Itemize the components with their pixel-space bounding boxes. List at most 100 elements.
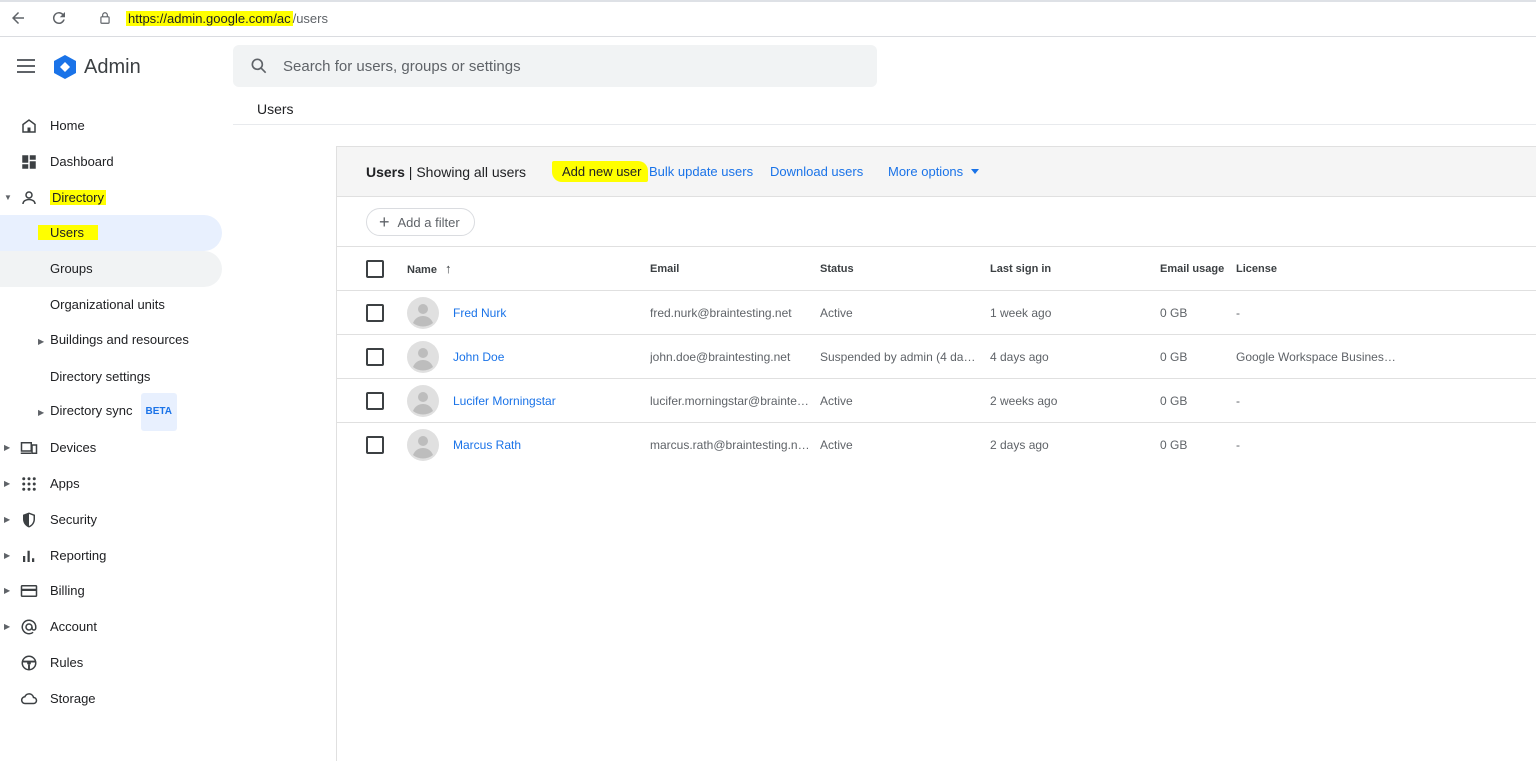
admin-logo-icon[interactable] <box>52 54 78 80</box>
sidebar-item-billing[interactable]: ▶ Billing <box>0 573 230 609</box>
at-sign-icon <box>20 618 38 636</box>
sidebar-item-rules[interactable]: Rules <box>0 645 230 681</box>
user-status: Active <box>820 423 980 467</box>
sidebar-item-directory-sync[interactable]: ▶ Directory sync BETA <box>0 394 230 430</box>
user-status: Active <box>820 379 980 423</box>
column-header-name[interactable]: Name↑ <box>407 247 451 292</box>
sidebar-item-label: Devices <box>50 430 96 466</box>
user-name-link[interactable]: John Doe <box>453 335 633 379</box>
user-email: marcus.rath@braintesting.n… <box>650 423 810 467</box>
table-row[interactable]: Lucifer Morningstar lucifer.morningstar@… <box>337 379 1536 423</box>
user-email-usage: 0 GB <box>1160 423 1187 467</box>
sidebar-item-security[interactable]: ▶ Security <box>0 502 230 538</box>
sidebar-item-label: Billing <box>50 573 85 609</box>
table-header: Name↑ Email Status Last sign in Email us… <box>337 247 1536 291</box>
sort-ascending-icon[interactable]: ↑ <box>445 261 452 276</box>
collapsed-caret-icon[interactable]: ▶ <box>4 609 12 645</box>
row-checkbox[interactable] <box>366 436 384 454</box>
sidebar-item-storage[interactable]: Storage <box>0 681 230 717</box>
collapsed-caret-icon[interactable]: ▶ <box>4 573 12 609</box>
sidebar-item-groups[interactable]: Groups <box>0 251 222 287</box>
address-bar[interactable]: https://admin.google.com/ac/users <box>126 11 328 27</box>
sidebar-item-dashboard[interactable]: Dashboard <box>0 144 230 180</box>
sidebar-item-devices[interactable]: ▶ Devices <box>0 430 230 466</box>
sidebar-item-label: Buildings and resources <box>50 332 189 347</box>
column-header-email-usage[interactable]: Email usage <box>1160 247 1224 291</box>
shield-icon <box>20 511 38 529</box>
table-row[interactable]: Fred Nurk fred.nurk@braintesting.net Act… <box>337 291 1536 335</box>
sidebar-item-label: Reporting <box>50 538 106 574</box>
collapsed-caret-icon[interactable]: ▶ <box>38 337 44 346</box>
row-checkbox[interactable] <box>366 304 384 322</box>
add-filter-button[interactable]: +Add a filter <box>366 208 475 236</box>
column-header-email[interactable]: Email <box>650 247 679 291</box>
credit-card-icon <box>20 582 38 600</box>
reload-button[interactable] <box>49 9 69 29</box>
panel-title-bold: Users <box>366 164 405 180</box>
bulk-update-users-button[interactable]: Bulk update users <box>649 164 753 179</box>
sidebar-item-buildings-and-resources[interactable]: ▶ Buildings and resources <box>0 323 230 359</box>
more-options-button[interactable]: More options <box>888 164 979 179</box>
app-name[interactable]: Admin <box>84 55 141 79</box>
search-box[interactable] <box>233 45 877 87</box>
sidebar-item-label: Users <box>38 225 98 240</box>
search-input[interactable] <box>283 45 863 87</box>
lock-icon[interactable] <box>98 11 112 25</box>
row-checkbox[interactable] <box>366 348 384 366</box>
download-users-button[interactable]: Download users <box>770 164 863 179</box>
user-status: Suspended by admin (4 day… <box>820 335 980 379</box>
user-last-sign-in: 2 weeks ago <box>990 379 1057 423</box>
user-name-link[interactable]: Marcus Rath <box>453 423 633 467</box>
filter-bar: +Add a filter <box>337 197 1536 247</box>
collapsed-caret-icon[interactable]: ▶ <box>4 538 12 574</box>
column-header-status[interactable]: Status <box>820 247 854 291</box>
column-header-last-sign-in[interactable]: Last sign in <box>990 247 1051 291</box>
person-icon <box>20 189 38 207</box>
expanded-caret-icon[interactable]: ▼ <box>4 180 12 216</box>
dropdown-arrow-icon <box>971 169 979 174</box>
sidebar-item-label: Rules <box>50 645 83 681</box>
user-last-sign-in: 2 days ago <box>990 423 1049 467</box>
panel-title: Users | Showing all users <box>366 164 526 180</box>
table-row[interactable]: Marcus Rath marcus.rath@braintesting.n… … <box>337 423 1536 467</box>
user-last-sign-in: 4 days ago <box>990 335 1049 379</box>
breadcrumb-divider <box>233 124 1536 125</box>
url-host: https://admin.google.com/ac <box>126 11 293 26</box>
sidebar-item-label: Directory sync <box>50 403 132 418</box>
sidebar-item-label: Security <box>50 502 97 538</box>
back-button[interactable] <box>8 9 28 29</box>
sidebar-item-directory-settings[interactable]: Directory settings <box>0 359 230 395</box>
beta-badge: BETA <box>141 393 177 431</box>
sidebar-item-account[interactable]: ▶ Account <box>0 609 230 645</box>
add-new-user-button[interactable]: Add new user <box>552 164 648 179</box>
sidebar-item-home[interactable]: Home <box>0 108 230 144</box>
column-header-license[interactable]: License <box>1236 247 1277 291</box>
apps-grid-icon <box>20 475 38 493</box>
collapsed-caret-icon[interactable]: ▶ <box>4 430 12 466</box>
sidebar-item-label: Apps <box>50 466 80 502</box>
panel-header: Users | Showing all users Add new user B… <box>337 146 1536 197</box>
panel-title-rest: | Showing all users <box>405 164 526 180</box>
sidebar-item-label: Groups <box>50 251 93 287</box>
user-name-link[interactable]: Fred Nurk <box>453 291 633 335</box>
collapsed-caret-icon[interactable]: ▶ <box>38 408 44 417</box>
user-email-usage: 0 GB <box>1160 379 1187 423</box>
sidebar-item-apps[interactable]: ▶ Apps <box>0 466 230 502</box>
user-name-link[interactable]: Lucifer Morningstar <box>453 379 633 423</box>
sidebar-item-label: Directory settings <box>50 359 150 395</box>
select-all-checkbox[interactable] <box>366 260 384 278</box>
user-license: - <box>1236 379 1240 423</box>
sidebar-item-users[interactable]: Users <box>0 215 222 251</box>
row-checkbox[interactable] <box>366 392 384 410</box>
hamburger-menu-icon[interactable] <box>17 58 35 74</box>
plus-icon: + <box>379 213 390 231</box>
collapsed-caret-icon[interactable]: ▶ <box>4 502 12 538</box>
users-panel: Users | Showing all users Add new user B… <box>336 146 1536 761</box>
sidebar-item-reporting[interactable]: ▶ Reporting <box>0 538 230 574</box>
sidebar-item-label: Home <box>50 108 85 144</box>
sidebar-item-organizational-units[interactable]: Organizational units <box>0 287 230 323</box>
steering-wheel-icon <box>20 654 38 672</box>
sidebar-item-directory[interactable]: ▼ Directory <box>0 180 230 216</box>
collapsed-caret-icon[interactable]: ▶ <box>4 466 12 502</box>
table-row[interactable]: John Doe john.doe@braintesting.net Suspe… <box>337 335 1536 379</box>
